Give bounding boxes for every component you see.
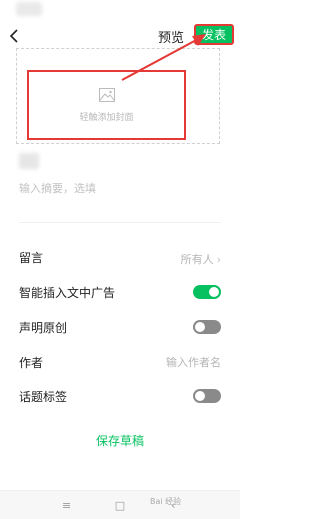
original-row: 声明原创 (19, 312, 221, 342)
author-label: 作者 (19, 355, 44, 370)
watermark: Bai 经验 (150, 497, 182, 506)
system-nav-bar: ≡ □ ‹ (0, 490, 240, 519)
topic-tags-toggle[interactable] (193, 389, 221, 403)
preview-button[interactable]: 预览 (158, 27, 184, 46)
toggle-knob (195, 322, 205, 332)
home-icon[interactable]: □ (113, 498, 127, 512)
add-cover-label: 轻触添加封面 (79, 112, 134, 123)
summary-input[interactable]: 输入摘要，选填 (19, 180, 96, 196)
original-label: 声明原创 (19, 320, 68, 335)
smart-ads-row: 智能插入文中广告 (19, 277, 221, 307)
blurred-avatar (19, 153, 39, 169)
menu-icon[interactable]: ≡ (60, 498, 74, 512)
publish-button[interactable]: 发表 (194, 24, 234, 45)
cover-highlight-box[interactable]: 轻触添加封面 (27, 70, 186, 140)
topic-tags-label: 话题标签 (19, 389, 68, 404)
topic-tags-row: 话题标签 (19, 381, 221, 411)
toggle-knob (195, 391, 205, 401)
author-input[interactable]: 输入作者名 (166, 354, 221, 370)
image-icon (98, 87, 115, 102)
save-draft-button[interactable]: 保存草稿 (0, 432, 240, 449)
blurred-status-area (16, 2, 42, 16)
author-row: 作者 输入作者名 (19, 347, 221, 377)
back-chevron-icon[interactable] (6, 26, 22, 46)
toggle-knob (209, 287, 219, 297)
original-toggle[interactable] (193, 320, 221, 334)
comments-value: 所有人 (180, 252, 214, 266)
smart-ads-label: 智能插入文中广告 (19, 285, 116, 300)
comments-value-group: 所有人 › (181, 248, 221, 267)
comments-row[interactable]: 留言 所有人 › (19, 242, 221, 272)
comments-label: 留言 (19, 250, 44, 265)
divider (19, 222, 221, 223)
chevron-right-icon: › (216, 252, 221, 266)
smart-ads-toggle[interactable] (193, 285, 221, 299)
